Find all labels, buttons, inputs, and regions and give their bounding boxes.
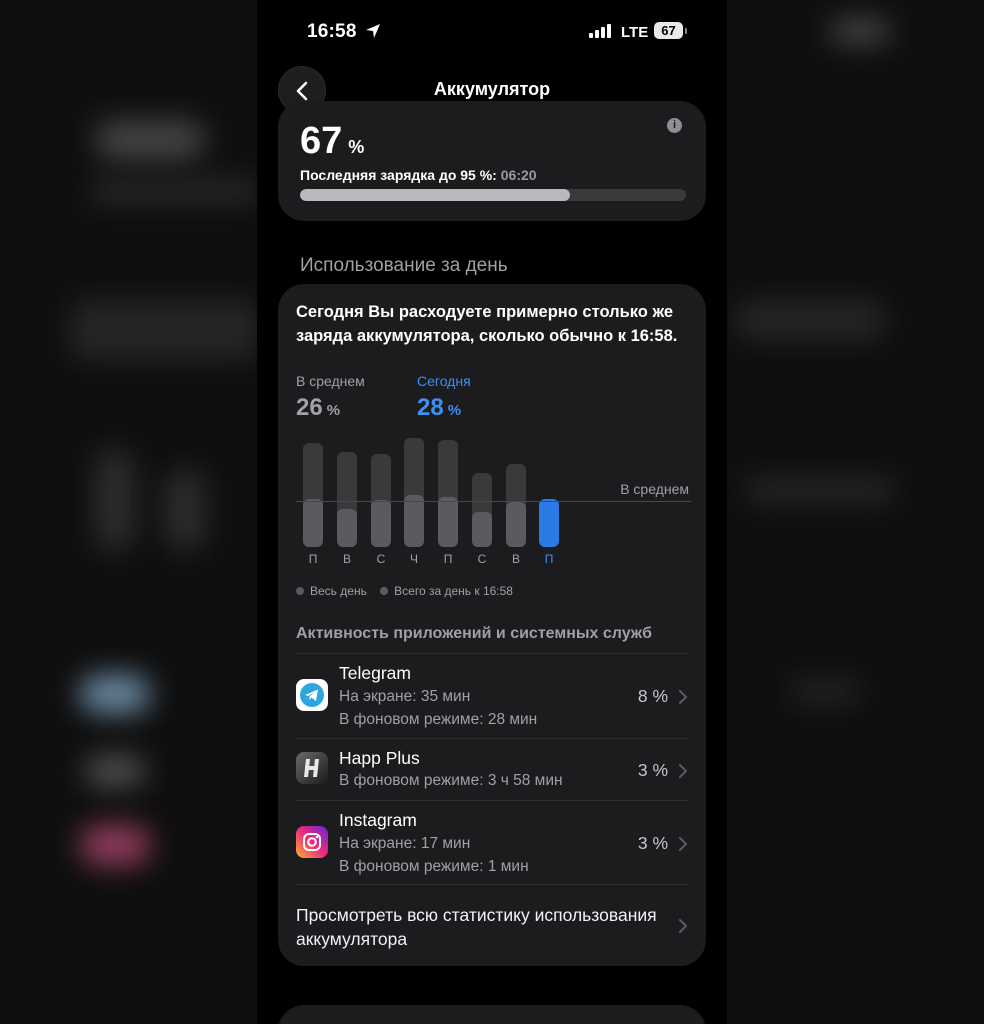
legend-dot-icon [380,586,389,595]
battery-charge-fill [300,189,571,201]
info-icon[interactable]: i [667,118,682,133]
app-screen-time: На экране: 35 мин [339,688,471,705]
divider [296,800,688,801]
day-label: С [376,552,386,566]
today-label: Сегодня [417,373,471,389]
bar-day-2-part [337,509,357,547]
last-charge-label: Последняя зарядка до 95 %: [300,167,497,183]
app-percent: 3 % [637,833,668,853]
view-all-stats-link[interactable]: Просмотреть всю статистику использования… [296,903,676,951]
divider [296,738,688,739]
last-charge: Последняя зарядка до 95 %: 06:20 [300,167,537,183]
battery-percent-sign: % [348,137,365,157]
day-label: Ч [410,552,418,566]
battery-icon: 67 [654,22,688,40]
battery-percent-value: 67 [300,120,343,162]
chevron-right-icon [679,837,688,851]
day-label: В [342,552,351,566]
battery-tip [685,28,687,34]
legend-until-now: Всего за день к 16:58 [394,583,513,598]
right-shade [727,0,984,1024]
average-unit: % [326,402,341,419]
day-label-today: П [544,552,554,566]
chevron-right-icon [679,690,688,704]
status-bar: 16:58 LTE 67 [257,18,727,46]
day-label: П [443,552,453,566]
average-line [296,501,691,502]
bar-day-today[interactable] [539,499,559,547]
phone-screen: 16:58 LTE 67 Аккумулятор 67% i Последняя [257,0,727,1024]
day-label: С [477,552,487,566]
bar-day-4-part [404,495,424,547]
app-row-instagram[interactable]: Instagram На экране: 17 мин В фоновом ре… [296,810,688,885]
bar-day-6-part [472,512,492,547]
legend-dot-icon [296,586,304,595]
usage-chart: В среднем П В С Ч П С В П [296,434,691,574]
today-value: 28% [417,394,461,422]
chevron-right-icon[interactable] [678,918,688,934]
left-shade [0,0,257,1024]
app-background-time: В фоновом режиме: 3 ч 58 мин [339,772,563,789]
average-line-label: В среднем [620,481,689,497]
last-charge-time: 06:20 [500,167,537,183]
divider [296,884,688,885]
day-label: П [308,552,318,566]
app-row-telegram[interactable]: Telegram На экране: 35 мин В фоновом реж… [296,663,688,738]
day-label: В [511,552,520,566]
next-card-partial [278,1005,706,1024]
app-name: Telegram [339,663,411,683]
instagram-icon [296,826,328,858]
status-time: 16:58 [307,21,357,42]
page-title: Аккумулятор [433,79,551,99]
usage-card: Сегодня Вы расходуете примерно столько ж… [278,284,706,966]
battery-level-card: 67% i Последняя зарядка до 95 %: 06:20 [278,101,706,221]
bar-day-1-part [303,499,323,547]
chevron-right-icon [679,764,688,778]
legend-all-day: Весь день [310,583,367,598]
app-row-happ-plus[interactable]: Happ Plus В фоновом режиме: 3 ч 58 мин 3… [296,748,688,800]
app-name: Happ Plus [339,748,420,768]
happ-plus-icon [296,752,328,784]
app-percent: 8 % [637,686,668,706]
bar-day-3-part [371,500,391,547]
network-label: LTE [621,24,649,41]
apps-activity-title: Активность приложений и системных служб [296,625,653,642]
today-number: 28 [417,394,444,421]
app-name: Instagram [339,810,417,830]
app-background-time: В фоновом режиме: 1 мин [339,858,529,875]
bar-day-5-part [438,497,458,547]
app-background-time: В фоновом режиме: 28 мин [339,711,538,728]
average-label: В среднем [296,373,365,389]
today-unit: % [447,402,462,419]
app-percent: 3 % [637,760,668,780]
location-arrow-icon [366,24,380,38]
divider [296,653,688,654]
battery-charge-bar [300,189,686,201]
average-number: 26 [296,394,323,421]
usage-summary: Сегодня Вы расходуете примерно столько ж… [296,303,678,345]
chart-legend: Весь день Всего за день к 16:58 [296,583,523,598]
bar-day-7-part [506,502,526,547]
telegram-icon [296,679,328,711]
usage-section-title: Использование за день [300,255,508,276]
app-screen-time: На экране: 17 мин [339,835,471,852]
average-value: 26% [296,394,340,422]
battery-percent: 67% [300,120,364,163]
battery-level: 67 [661,23,676,38]
cellular-signal-icon [589,24,611,38]
